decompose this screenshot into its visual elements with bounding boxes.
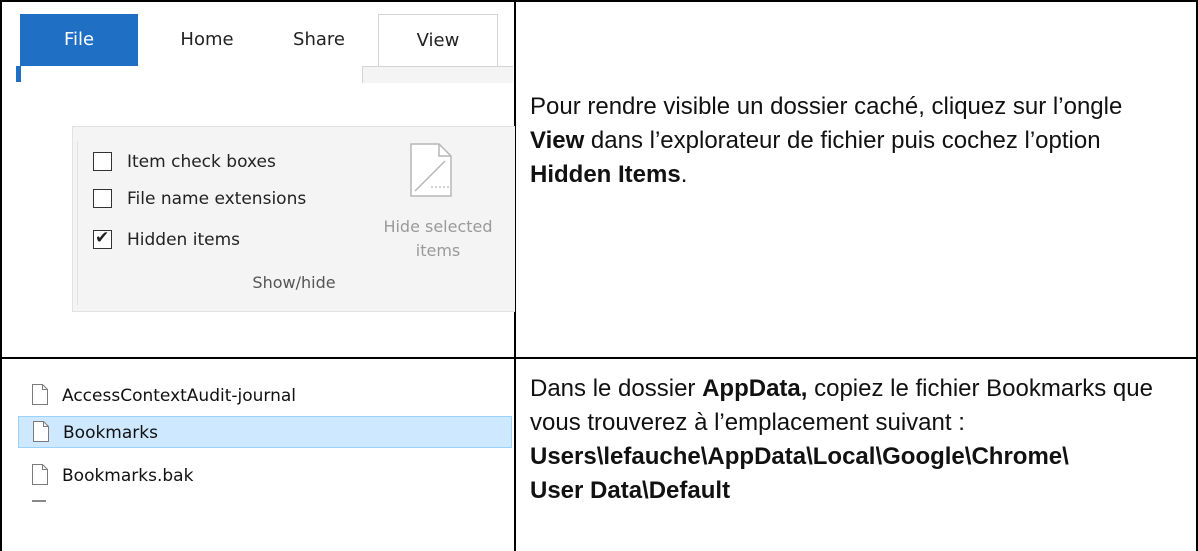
table-border-left [0,0,2,551]
hidden-items-checkbox[interactable]: ✔ [93,228,112,249]
file-name: AccessContextAudit-journal [62,386,297,406]
p2-path-line2: User Data\Default [530,477,731,504]
hide-selected-items-button[interactable]: Hide selected items [363,215,513,263]
p1-view-bold: View [530,127,585,154]
file-row-bookmarks-bak[interactable]: Bookmarks.bak [18,460,512,492]
tab-share[interactable]: Share [264,14,374,66]
file-name-extensions-label: File name extensions [127,189,307,209]
file-row-bookmarks[interactable]: Bookmarks [18,416,512,448]
hidden-items-label: Hidden items [127,230,240,250]
ribbon-body-edge [362,66,513,83]
hide-selected-icon [410,143,452,197]
p2-path-line1: Users\lefauche\AppData\Local\Google\Chro… [530,443,1069,470]
p1-text-e: . [680,161,688,188]
show-hide-group: Item check boxes File name extensions ✔ … [72,126,515,312]
group-label: Show/hide [252,273,336,292]
p1-text-a: Pour rendre visible un dossier caché, cl… [530,93,1123,120]
file-tab-strip [16,66,21,82]
p1-hidden-items-bold: Hidden Items [530,161,681,188]
p2-text-a: Dans le dossier [530,375,703,402]
file-icon [33,421,49,442]
file-name-extensions-checkbox[interactable] [93,189,112,208]
instruction-paragraph-2: Dans le dossier AppData, copiez le fichi… [530,372,1180,508]
item-check-boxes-checkbox[interactable] [93,152,112,171]
hide-selected-label-line2: items [415,241,461,260]
file-icon [32,464,48,485]
item-check-boxes-label: Item check boxes [127,152,276,172]
file-name: Bookmarks [63,423,158,443]
p1-text-c: dans l’explorateur de fichier puis coche… [584,127,1101,154]
instruction-paragraph-1: Pour rendre visible un dossier caché, cl… [530,90,1180,192]
hide-selected-label-line1: Hide selected [383,217,493,236]
checkmark-icon: ✔ [95,228,110,248]
table-border-top [0,0,1198,2]
ribbon-tabbar: File Home Share View [12,14,514,75]
tab-home[interactable]: Home [152,14,262,66]
file-icon [32,384,48,405]
table-row-divider [0,357,1198,359]
file-name: Bookmarks.bak [62,466,194,486]
next-file-icon-partial [32,500,46,502]
tab-file[interactable]: File [20,14,138,66]
p2-appdata-bold: AppData, [702,375,808,402]
file-row-accesscontextaudit[interactable]: AccessContextAudit-journal [18,380,512,412]
